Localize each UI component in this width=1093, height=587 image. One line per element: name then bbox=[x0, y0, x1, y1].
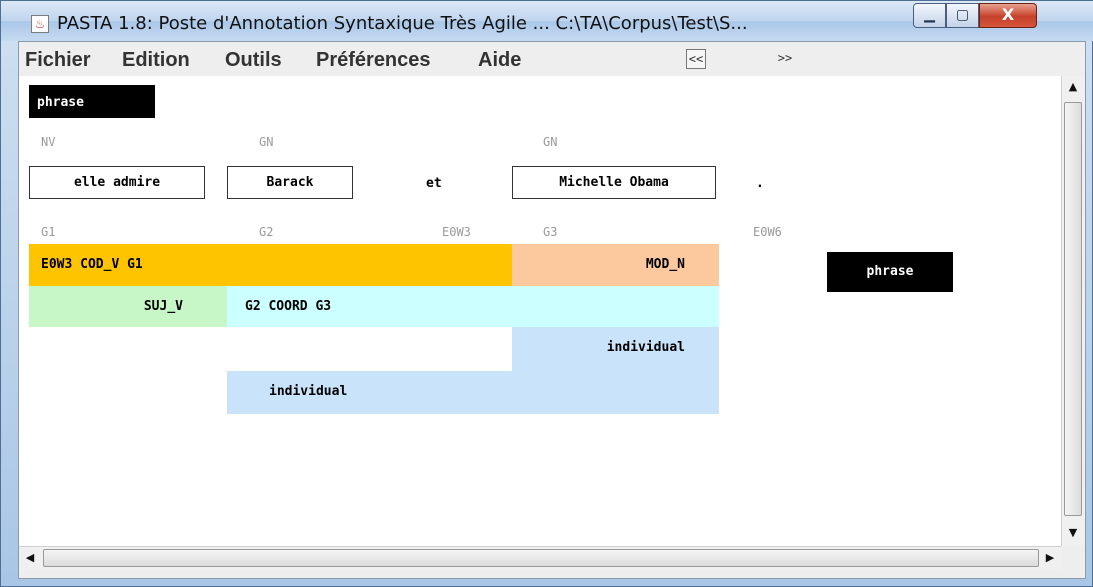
relation-coord[interactable]: G2 COORD G3 bbox=[227, 286, 719, 327]
token-michelle-obama[interactable]: Michelle Obama bbox=[512, 166, 716, 199]
phrase-node[interactable]: phrase bbox=[827, 252, 953, 292]
token-elle-admire[interactable]: elle admire bbox=[29, 166, 205, 199]
app-window: ♨ PASTA 1.8: Poste d'Annotation Syntaxiq… bbox=[0, 0, 1093, 587]
maximize-button[interactable]: ▢ bbox=[946, 3, 979, 28]
client-area: Fichier Edition Outils Préférences Aide … bbox=[18, 41, 1086, 579]
group-id: G2 bbox=[259, 225, 274, 239]
relation-label: SUJ_V bbox=[143, 299, 183, 314]
relation-label: individual bbox=[606, 340, 685, 355]
horizontal-scroll-thumb[interactable] bbox=[43, 549, 1039, 567]
menu-bar: Fichier Edition Outils Préférences Aide … bbox=[19, 42, 1085, 77]
category-tag: GN bbox=[259, 135, 274, 149]
group-id: G3 bbox=[543, 225, 558, 239]
group-id: E0W6 bbox=[753, 225, 782, 239]
relation-label: MOD_N bbox=[645, 257, 685, 272]
relation-suj-v[interactable]: SUJ_V bbox=[29, 286, 227, 327]
window-title: PASTA 1.8: Poste d'Annotation Syntaxique… bbox=[57, 13, 748, 34]
menu-preferences[interactable]: Préférences bbox=[316, 49, 431, 72]
horizontal-scrollbar[interactable]: ◀ ▶ bbox=[19, 546, 1061, 570]
category-tag: NV bbox=[41, 135, 56, 149]
annotation-canvas[interactable]: phrase NV GN GN elle admire Barack et Mi… bbox=[19, 76, 1061, 546]
group-id: E0W3 bbox=[442, 225, 471, 239]
previous-sentence-button[interactable]: << bbox=[686, 49, 706, 69]
menu-aide[interactable]: Aide bbox=[478, 49, 521, 72]
scrollbar-corner bbox=[1061, 546, 1085, 570]
close-button[interactable]: X bbox=[979, 3, 1037, 28]
group-id: G1 bbox=[41, 225, 56, 239]
relation-cod-v[interactable]: E0W3 COD_V G1 bbox=[29, 244, 512, 286]
java-cup-icon: ♨ bbox=[31, 15, 49, 33]
scroll-right-icon[interactable]: ▶ bbox=[1039, 547, 1061, 569]
category-tag: GN bbox=[543, 135, 558, 149]
root-phrase-node[interactable]: phrase bbox=[29, 85, 155, 118]
minimize-button[interactable]: ▁ bbox=[913, 3, 946, 28]
relation-label: G2 COORD G3 bbox=[245, 299, 332, 314]
menu-fichier[interactable]: Fichier bbox=[25, 49, 91, 72]
relation-mod-n[interactable]: MOD_N bbox=[512, 244, 719, 286]
title-bar[interactable]: ♨ PASTA 1.8: Poste d'Annotation Syntaxiq… bbox=[1, 1, 1093, 41]
relation-individual-3[interactable]: individual bbox=[512, 327, 719, 414]
relation-label: E0W3 COD_V G1 bbox=[41, 257, 143, 272]
scroll-left-icon[interactable]: ◀ bbox=[19, 547, 41, 569]
vertical-scroll-thumb[interactable] bbox=[1064, 102, 1082, 516]
token-period[interactable]: . bbox=[756, 176, 764, 191]
scroll-down-icon[interactable]: ▼ bbox=[1062, 522, 1084, 544]
token-et[interactable]: et bbox=[426, 176, 442, 191]
next-sentence-button[interactable]: >> bbox=[773, 49, 797, 69]
vertical-scrollbar[interactable]: ▲ ▼ bbox=[1061, 76, 1085, 546]
menu-edition[interactable]: Edition bbox=[122, 49, 190, 72]
scroll-up-icon[interactable]: ▲ bbox=[1062, 76, 1084, 98]
relation-individual-2[interactable]: individual bbox=[227, 371, 513, 414]
relation-label: individual bbox=[269, 384, 348, 399]
menu-outils[interactable]: Outils bbox=[225, 49, 282, 72]
token-barack[interactable]: Barack bbox=[227, 166, 353, 199]
